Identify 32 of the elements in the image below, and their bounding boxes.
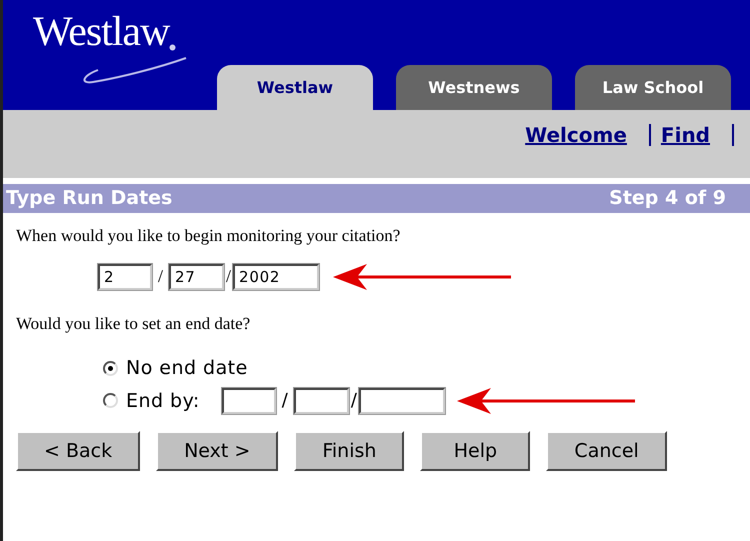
- nav-link[interactable]: Find: [660, 120, 710, 150]
- tab[interactable]: Law School: [575, 65, 731, 110]
- arrow-icon: [333, 264, 514, 290]
- radio-button[interactable]: [103, 393, 118, 408]
- date-field[interactable]: 2002: [233, 264, 320, 290]
- date-field[interactable]: [294, 388, 349, 414]
- nav-link[interactable]: Welcome: [525, 120, 627, 150]
- wizard-button[interactable]: Finish: [294, 431, 404, 471]
- tab[interactable]: Westnews: [396, 65, 552, 110]
- wizard-button[interactable]: Cancel: [546, 431, 667, 471]
- radio-label: No end date: [126, 356, 248, 381]
- arrow-icon: [456, 388, 637, 414]
- date-separator: /: [225, 265, 232, 288]
- date-separator: /: [157, 265, 164, 288]
- wizard-button[interactable]: Next >: [156, 431, 278, 471]
- question-text: Would you like to set an end date?: [16, 315, 252, 332]
- logo-text: Westlaw: [33, 10, 170, 54]
- radio-label: End by:: [126, 388, 200, 414]
- date-field[interactable]: 2: [98, 264, 152, 290]
- date-separator: /: [350, 389, 358, 414]
- registered-icon: [169, 44, 176, 51]
- tab[interactable]: Westlaw: [217, 65, 373, 110]
- date-field[interactable]: [358, 388, 445, 414]
- date-separator: /: [280, 389, 289, 414]
- step-title: Type Run Dates: [6, 186, 172, 212]
- date-field[interactable]: [222, 388, 276, 414]
- date-field[interactable]: 27: [169, 264, 224, 290]
- radio-button[interactable]: [103, 360, 118, 376]
- step-counter: Step 4 of 9: [609, 186, 726, 212]
- wizard-button[interactable]: Help: [420, 431, 530, 471]
- wizard-button[interactable]: < Back: [16, 431, 140, 471]
- question-text: When would you like to begin monitoring your citation?: [16, 227, 402, 244]
